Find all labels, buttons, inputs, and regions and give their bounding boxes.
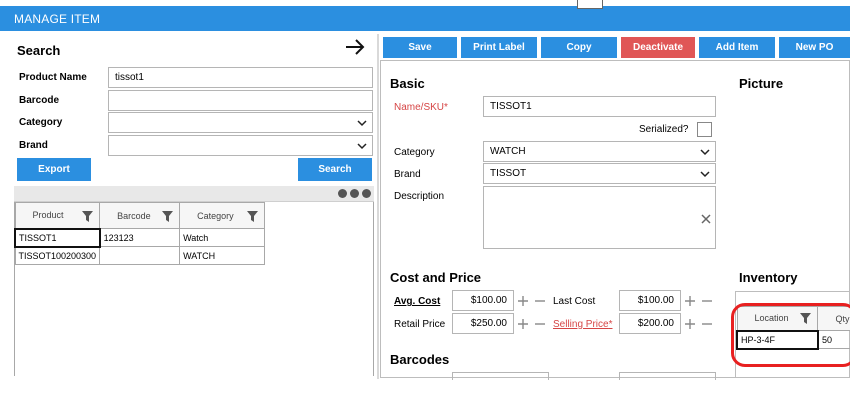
barcodes-section-title: Barcodes (390, 352, 450, 367)
basic-category-label: Category (394, 147, 435, 158)
serialized-label: Serialized? (639, 124, 689, 135)
print-label-button[interactable]: Print Label (461, 37, 537, 58)
new-po-button[interactable]: New PO (779, 37, 850, 58)
column-header-barcode[interactable]: Barcode (99, 202, 181, 229)
close-icon[interactable] (701, 214, 711, 224)
retail-price-label: Retail Price (394, 319, 446, 330)
chevron-down-icon (357, 120, 367, 127)
cell-barcode[interactable]: 123123 (99, 228, 181, 247)
description-label: Description (394, 191, 445, 202)
window-title: MANAGE ITEM (14, 12, 101, 26)
minus-icon[interactable] (535, 296, 545, 306)
window-control-stub[interactable] (577, 0, 603, 9)
name-sku-input[interactable] (483, 96, 716, 117)
basic-category-value: WATCH (490, 146, 526, 157)
inventory-section-title: Inventory (739, 270, 798, 285)
avg-cost-label[interactable]: Avg. Cost (394, 296, 440, 307)
serialized-checkbox[interactable] (697, 122, 712, 137)
plus-icon[interactable] (685, 296, 695, 306)
basic-brand-value: TISSOT (490, 168, 527, 179)
copy-button[interactable]: Copy (541, 37, 617, 58)
search-title: Search (17, 43, 61, 58)
column-header-category[interactable]: Category (179, 202, 265, 229)
minus-icon[interactable] (535, 319, 545, 329)
cell-category[interactable]: WATCH (179, 246, 265, 265)
add-item-button[interactable]: Add Item (699, 37, 775, 58)
filter-icon[interactable] (247, 211, 258, 222)
save-button[interactable]: Save (383, 37, 457, 58)
barcode-input[interactable] (108, 90, 373, 111)
product-name-label: Product Name (19, 72, 87, 83)
barcode-field-partial[interactable] (452, 372, 549, 380)
plus-icon[interactable] (518, 319, 528, 329)
cost-price-section-title: Cost and Price (390, 270, 482, 285)
column-header-product[interactable]: Product (14, 202, 101, 229)
basic-section-title: Basic (390, 76, 425, 91)
deactivate-button[interactable]: Deactivate (621, 37, 695, 58)
basic-category-select[interactable]: WATCH (483, 141, 716, 162)
avg-cost-field[interactable]: $100.00 (452, 290, 514, 311)
cell-barcode[interactable] (99, 246, 181, 265)
results-toolbar (14, 186, 374, 202)
table-row[interactable]: TISSOT1 123123 Watch (14, 227, 265, 248)
selling-price-field[interactable]: $200.00 (619, 313, 681, 334)
arrow-right-icon[interactable] (344, 35, 366, 59)
last-cost-field[interactable]: $100.00 (619, 290, 681, 311)
title-bar: MANAGE ITEM (0, 6, 850, 31)
cell-product[interactable]: TISSOT100200300 (14, 246, 101, 265)
plus-icon[interactable] (685, 319, 695, 329)
search-button[interactable]: Search (298, 158, 372, 181)
description-textarea[interactable] (483, 186, 716, 249)
cell-product[interactable]: TISSOT1 (14, 227, 101, 248)
barcode-label: Barcode (19, 95, 60, 106)
minus-icon[interactable] (702, 296, 712, 306)
brand-label: Brand (19, 140, 48, 151)
category-label: Category (19, 117, 63, 128)
filter-icon[interactable] (162, 211, 174, 222)
category-select[interactable] (108, 112, 373, 133)
retail-price-field[interactable]: $250.00 (452, 313, 514, 334)
product-name-input[interactable] (108, 67, 373, 88)
panel-divider[interactable] (377, 34, 379, 379)
name-sku-label: Name/SKU* (394, 102, 448, 113)
brand-select[interactable] (108, 135, 373, 156)
minus-icon[interactable] (702, 319, 712, 329)
last-cost-label: Last Cost (553, 296, 596, 307)
chevron-down-icon (700, 171, 710, 178)
picture-section-title: Picture (739, 76, 784, 91)
filter-icon[interactable] (82, 211, 94, 222)
chevron-down-icon (700, 149, 710, 156)
selling-price-label[interactable]: Selling Price* (553, 319, 613, 330)
cell-category[interactable]: Watch (179, 228, 265, 247)
chevron-down-icon (357, 143, 367, 150)
plus-icon[interactable] (518, 296, 528, 306)
results-table: Product Barcode Category TISSOT1 123123 … (14, 202, 265, 265)
table-row[interactable]: TISSOT100200300 WATCH (14, 246, 265, 265)
export-button[interactable]: Export (17, 158, 91, 181)
basic-brand-select[interactable]: TISSOT (483, 163, 716, 184)
barcode-field-partial[interactable] (619, 372, 716, 380)
highlight-annotation (731, 303, 850, 367)
basic-brand-label: Brand (394, 169, 421, 180)
